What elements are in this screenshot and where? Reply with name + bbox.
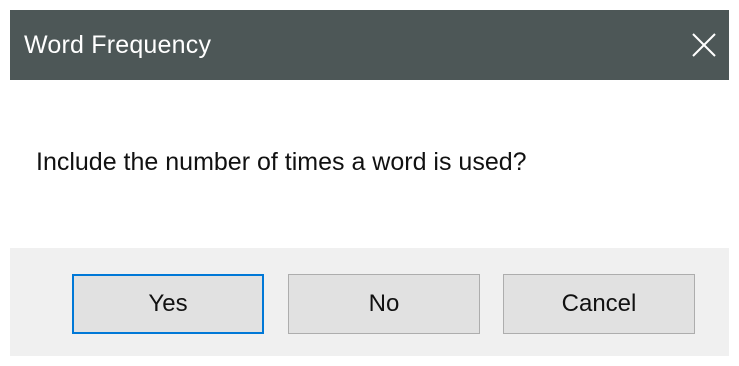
window-title: Word Frequency — [24, 31, 212, 59]
yes-button[interactable]: Yes — [72, 274, 264, 334]
title-bar[interactable]: Word Frequency — [10, 10, 729, 80]
no-button[interactable]: No — [288, 274, 480, 334]
close-button[interactable] — [679, 10, 729, 80]
dialog-message: Include the number of times a word is us… — [36, 148, 527, 176]
button-bar: Yes No Cancel — [10, 248, 729, 356]
message-dialog: Word Frequency Include the number of tim… — [10, 10, 729, 356]
close-icon — [692, 33, 716, 57]
cancel-button[interactable]: Cancel — [503, 274, 695, 334]
